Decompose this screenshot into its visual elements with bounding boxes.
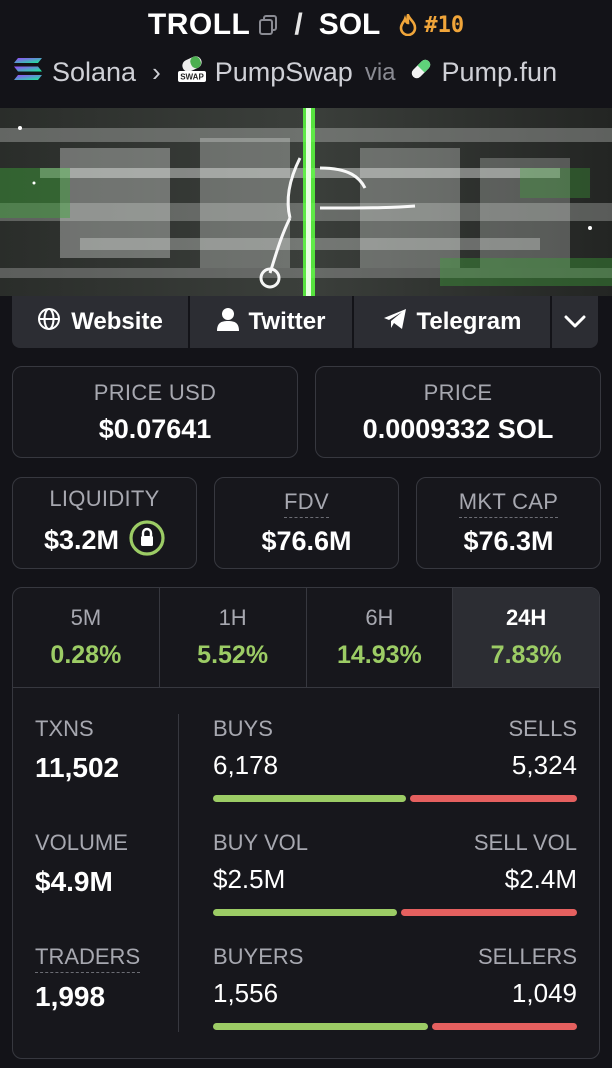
chevron-down-icon bbox=[564, 308, 586, 336]
lock-icon[interactable] bbox=[129, 519, 165, 561]
buy-sell-volume-row: BUY VOL SELL VOL $2.5M $2.4M bbox=[213, 830, 577, 916]
telegram-button[interactable]: Telegram bbox=[354, 296, 550, 348]
telegram-label: Telegram bbox=[416, 308, 522, 335]
website-label: Website bbox=[71, 308, 163, 335]
pair-header: TROLL / SOL #10 Solana › SWAP PumpSwap v… bbox=[0, 0, 612, 108]
volume-stat: VOLUME $4.9M bbox=[35, 830, 128, 898]
buyers-sellers-row: BUYERS SELLERS 1,556 1,049 bbox=[213, 944, 577, 1030]
social-links-bar: Website Twitter Telegram bbox=[12, 296, 600, 348]
volume-value: $4.9M bbox=[35, 866, 113, 897]
more-links-button[interactable] bbox=[552, 296, 598, 348]
flame-icon bbox=[398, 11, 418, 37]
sell-vol-value: $2.4M bbox=[504, 864, 577, 894]
sell-share-bar bbox=[410, 795, 577, 802]
volume-label: VOLUME bbox=[35, 830, 128, 855]
rank-value: #10 bbox=[424, 12, 465, 38]
svg-text:SWAP: SWAP bbox=[180, 73, 204, 82]
price-native-label: PRICE bbox=[423, 379, 493, 405]
buy-vol-label: BUY VOL bbox=[213, 830, 308, 855]
price-native-card: PRICE 0.0009332 SOL bbox=[315, 366, 601, 458]
price-change-value: 0.28% bbox=[50, 641, 122, 669]
tab-5m[interactable]: 5M 0.28% bbox=[13, 588, 160, 687]
txns-value: 11,502 bbox=[35, 752, 120, 783]
market-cap-value: $76.3M bbox=[463, 526, 554, 556]
liquidity-label: LIQUIDITY bbox=[49, 485, 160, 511]
tab-1h[interactable]: 1H 5.52% bbox=[160, 588, 307, 687]
traders-value: 1,998 bbox=[35, 981, 106, 1012]
twitter-button[interactable]: Twitter bbox=[190, 296, 352, 348]
pair-title: TROLL / SOL #10 bbox=[0, 8, 612, 42]
traders-label[interactable]: TRADERS bbox=[35, 944, 141, 973]
buy-share-bar bbox=[213, 909, 397, 916]
fdv-value: $76.6M bbox=[261, 526, 352, 556]
trending-rank[interactable]: #10 bbox=[398, 11, 465, 38]
twitter-label: Twitter bbox=[248, 308, 326, 335]
copy-icon[interactable] bbox=[258, 14, 278, 36]
send-icon bbox=[383, 308, 407, 337]
traders-ratio-bar bbox=[213, 1023, 577, 1030]
chain-link[interactable]: Solana bbox=[52, 57, 136, 88]
price-usd-card: PRICE USD $0.07641 bbox=[12, 366, 298, 458]
sellers-value: 1,049 bbox=[511, 978, 577, 1008]
fdv-label[interactable]: FDV bbox=[284, 489, 329, 518]
pair-separator: / bbox=[294, 8, 303, 41]
token-banner-image bbox=[0, 108, 612, 296]
chevron-right-icon: › bbox=[152, 57, 161, 87]
via-label: via bbox=[364, 58, 396, 86]
pill-icon bbox=[408, 56, 434, 89]
tab-label: 1H bbox=[218, 605, 247, 630]
market-cap-label[interactable]: MKT CAP bbox=[458, 489, 559, 518]
buyers-label: BUYERS bbox=[213, 944, 304, 969]
buyers-value: 1,556 bbox=[213, 978, 279, 1008]
price-change-value: 7.83% bbox=[490, 641, 562, 669]
tab-label: 24H bbox=[505, 605, 547, 630]
traders-stat: TRADERS 1,998 bbox=[35, 944, 141, 1013]
buy-vol-value: $2.5M bbox=[213, 864, 286, 894]
user-icon bbox=[216, 307, 239, 338]
price-usd-value: $0.07641 bbox=[98, 413, 212, 444]
sells-value: 5,324 bbox=[511, 750, 577, 780]
fdv-card: FDV $76.6M bbox=[214, 477, 399, 569]
website-button[interactable]: Website bbox=[12, 296, 188, 348]
trading-stats-panel: 5M 0.28% 1H 5.52% 6H 14.93% 24H 7.83% TX… bbox=[12, 587, 600, 1059]
sell-share-bar bbox=[431, 1023, 577, 1030]
volume-ratio-bar bbox=[213, 909, 577, 916]
buys-value: 6,178 bbox=[213, 750, 279, 780]
price-usd-label: PRICE USD bbox=[93, 379, 217, 405]
tab-label: 5M bbox=[70, 605, 102, 630]
buys-label: BUYS bbox=[213, 716, 273, 741]
solana-icon bbox=[12, 56, 44, 89]
tab-label: 6H bbox=[365, 605, 394, 630]
buys-sells-row: BUYS SELLS 6,178 5,324 bbox=[213, 716, 577, 802]
liquidity-value: $3.2M bbox=[43, 524, 120, 555]
dex-link[interactable]: PumpSwap bbox=[215, 57, 353, 88]
market-cap-card: MKT CAP $76.3M bbox=[416, 477, 601, 569]
price-change-value: 5.52% bbox=[197, 641, 269, 669]
buy-share-bar bbox=[213, 1023, 428, 1030]
buy-share-bar bbox=[213, 795, 407, 802]
tab-24h[interactable]: 24H 7.83% bbox=[453, 588, 599, 687]
sell-vol-label: SELL VOL bbox=[473, 830, 577, 855]
txns-label: TXNS bbox=[35, 716, 94, 741]
price-native-value: 0.0009332 SOL bbox=[362, 413, 554, 444]
launchpad-link[interactable]: Pump.fun bbox=[442, 57, 558, 88]
price-change-value: 14.93% bbox=[336, 641, 422, 669]
sells-label: SELLS bbox=[508, 716, 578, 741]
liquidity-card: LIQUIDITY $3.2M bbox=[12, 477, 197, 569]
breadcrumb: Solana › SWAP PumpSwap via Pump.fun bbox=[12, 54, 557, 91]
quote-symbol: SOL bbox=[318, 8, 381, 41]
sellers-label: SELLERS bbox=[477, 944, 577, 969]
txns-stat: TXNS 11,502 bbox=[35, 716, 119, 784]
tab-6h[interactable]: 6H 14.93% bbox=[307, 588, 454, 687]
token-symbol: TROLL bbox=[147, 8, 251, 41]
globe-icon bbox=[37, 307, 61, 338]
buys-sells-ratio-bar bbox=[213, 795, 577, 802]
pumpswap-icon: SWAP bbox=[177, 54, 207, 91]
timeframe-tabs: 5M 0.28% 1H 5.52% 6H 14.93% 24H 7.83% bbox=[13, 588, 599, 688]
sell-share-bar bbox=[400, 909, 577, 916]
